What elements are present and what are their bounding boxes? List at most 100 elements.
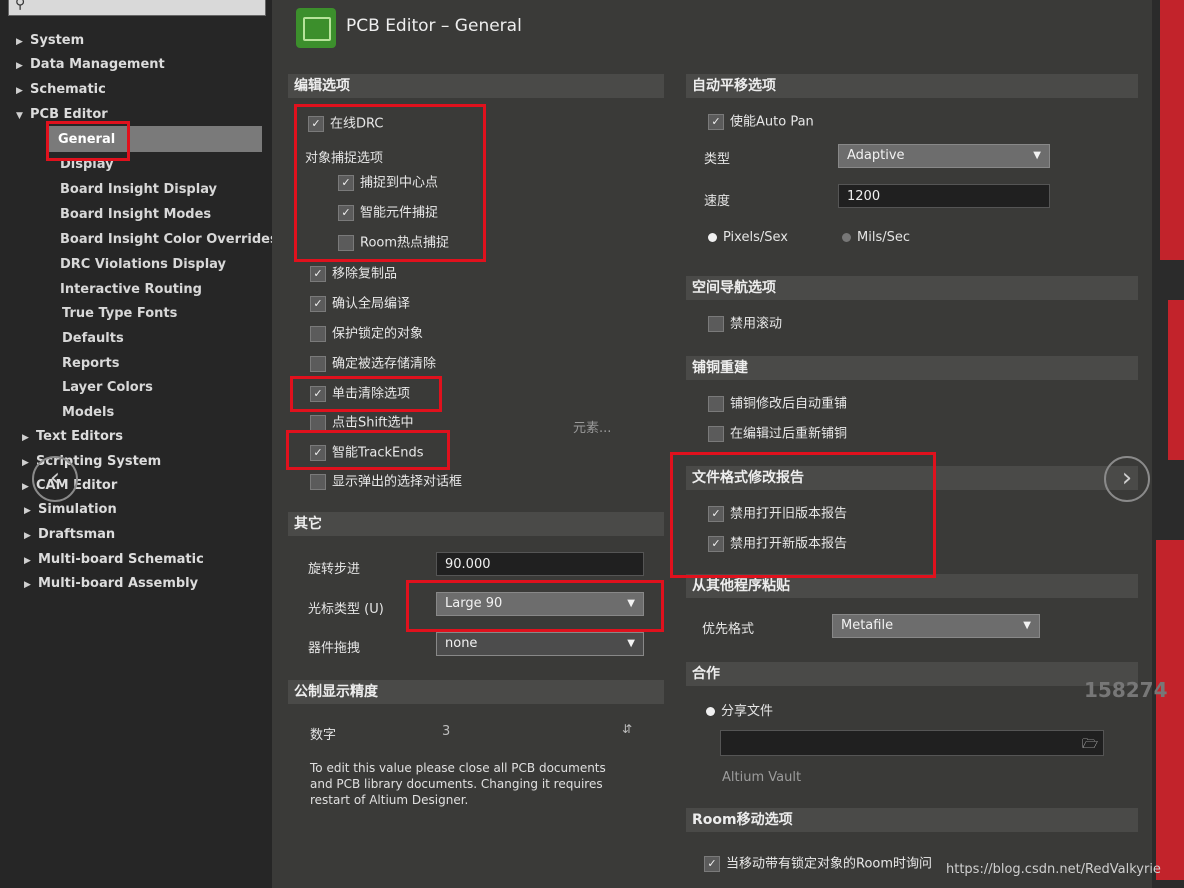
collapse-arrow-icon[interactable]: ▼ bbox=[16, 111, 30, 121]
tree-item-drc-violations-display[interactable]: DRC Violations Display bbox=[60, 257, 226, 272]
checkbox-label: 捕捉到中心点 bbox=[360, 175, 439, 191]
tree-item-general[interactable]: General bbox=[58, 132, 115, 147]
protect-locked-checkbox[interactable]: 保护锁定的对象 bbox=[310, 326, 423, 343]
tree-item-defaults[interactable]: Defaults bbox=[62, 331, 124, 346]
tree-item-label: Draftsman bbox=[38, 527, 116, 542]
disable-new-version-report-checkbox[interactable]: ✓ 禁用打开新版本报告 bbox=[708, 536, 847, 553]
tree-item-draftsman[interactable]: ▶ Draftsman bbox=[24, 527, 115, 542]
magnifier-icon: ⚲ bbox=[15, 0, 26, 12]
pan-speed-input[interactable]: 1200 bbox=[838, 184, 1050, 208]
checkbox-label: Room热点捕捉 bbox=[360, 235, 450, 251]
unit-pixels-radio[interactable]: Pixels/Sex bbox=[708, 230, 788, 245]
group-header-other: 其它 bbox=[288, 512, 664, 536]
unit-mils-radio[interactable]: Mils/Sec bbox=[842, 230, 910, 245]
snap-to-center-checkbox[interactable]: ✓ 捕捉到中心点 bbox=[338, 175, 438, 192]
tree-item-interactive-routing[interactable]: Interactive Routing bbox=[60, 282, 202, 297]
tree-item-text-editors[interactable]: ▶ Text Editors bbox=[22, 429, 123, 444]
tree-search-input[interactable]: ⚲ bbox=[8, 0, 266, 16]
tree-item-schematic[interactable]: ▶ Schematic bbox=[16, 82, 106, 97]
pcb-trace-decoration bbox=[1160, 0, 1184, 260]
preferred-format-select[interactable]: Metafile ▼ bbox=[832, 614, 1040, 638]
checkbox-label: 铺铜修改后自动重铺 bbox=[730, 396, 848, 412]
expand-arrow-icon[interactable]: ▶ bbox=[22, 458, 36, 468]
pan-type-label: 类型 bbox=[704, 152, 731, 167]
repour-after-edit-checkbox[interactable]: 在编辑过后重新铺铜 bbox=[708, 426, 847, 443]
share-files-radio[interactable]: 分享文件 bbox=[706, 700, 773, 719]
tree-item-display[interactable]: Display bbox=[60, 157, 114, 172]
disable-roll-checkbox[interactable]: 禁用滚动 bbox=[708, 316, 782, 333]
tree-item-board-insight-display[interactable]: Board Insight Display bbox=[60, 182, 217, 197]
checkmark-icon: ✓ bbox=[708, 114, 724, 130]
tree-item-system[interactable]: ▶ System bbox=[16, 33, 84, 48]
tree-item-label: Multi-board Schematic bbox=[38, 552, 204, 567]
checkbox-label: 单击清除选项 bbox=[332, 386, 411, 402]
next-page-icon[interactable]: › bbox=[1104, 456, 1150, 502]
cursor-type-select[interactable]: Large 90 ▼ bbox=[436, 592, 644, 616]
disable-old-version-report-checkbox[interactable]: ✓ 禁用打开旧版本报告 bbox=[708, 506, 847, 523]
tree-item-label: Simulation bbox=[38, 502, 117, 517]
component-drag-label: 器件拖拽 bbox=[308, 641, 361, 656]
confirm-selection-clear-checkbox[interactable]: 确定被选存储清除 bbox=[310, 356, 436, 373]
tree-item-pcb-editor[interactable]: ▼ PCB Editor bbox=[16, 107, 108, 122]
checkmark-icon: ✓ bbox=[338, 175, 354, 191]
rotation-step-label: 旋转步进 bbox=[308, 562, 361, 577]
checkbox-label: 使能Auto Pan bbox=[730, 114, 814, 130]
preferred-format-label: 优先格式 bbox=[702, 622, 755, 637]
dropdown-caret-icon: ▼ bbox=[1033, 150, 1041, 161]
tree-item-multi-board-assembly[interactable]: ▶ Multi-board Assembly bbox=[24, 576, 198, 591]
confirm-global-edit-checkbox[interactable]: ✓ 确认全局编译 bbox=[310, 296, 410, 313]
tree-item-label: Schematic bbox=[30, 82, 106, 97]
pcb-trace-decoration bbox=[1168, 300, 1184, 460]
checkbox-label: 当移动带有锁定对象的Room时询问 bbox=[726, 856, 933, 872]
remove-duplicates-checkbox[interactable]: ✓ 移除复制品 bbox=[310, 266, 397, 283]
radio-label: Pixels/Sex bbox=[723, 230, 788, 245]
show-popup-selection-checkbox[interactable]: 显示弹出的选择对话框 bbox=[310, 474, 462, 491]
rotation-step-input[interactable]: 90.000 bbox=[436, 552, 644, 576]
tree-item-board-insight-modes[interactable]: Board Insight Modes bbox=[60, 207, 211, 222]
pcb-trace-decoration bbox=[1156, 540, 1184, 880]
tree-item-data-management[interactable]: ▶ Data Management bbox=[16, 57, 165, 72]
smart-component-snap-checkbox[interactable]: ✓ 智能元件捕捉 bbox=[338, 205, 438, 222]
tree-item-models[interactable]: Models bbox=[62, 405, 114, 420]
expand-arrow-icon[interactable]: ▶ bbox=[16, 37, 30, 47]
group-header-paste-from-other: 从其他程序粘贴 bbox=[686, 574, 1138, 598]
click-clears-selection-checkbox[interactable]: ✓ 单击清除选项 bbox=[310, 386, 410, 403]
folder-open-icon[interactable]: 🗁 bbox=[1082, 735, 1098, 757]
pan-type-select[interactable]: Adaptive ▼ bbox=[838, 144, 1050, 168]
tree-item-board-insight-color-overrides[interactable]: Board Insight Color Overrides bbox=[60, 232, 278, 247]
radio-selected-icon bbox=[706, 707, 715, 716]
smart-trackends-checkbox[interactable]: ✓ 智能TrackEnds bbox=[310, 445, 424, 462]
watermark-text: https://blog.csdn.net/RedValkyrie bbox=[946, 862, 1161, 877]
tree-item-layer-colors[interactable]: Layer Colors bbox=[62, 380, 153, 395]
tree-item-true-type-fonts[interactable]: True Type Fonts bbox=[62, 306, 177, 321]
expand-arrow-icon[interactable]: ▶ bbox=[24, 580, 38, 590]
expand-arrow-icon[interactable]: ▶ bbox=[22, 433, 36, 443]
group-header-edit-options: 编辑选项 bbox=[288, 74, 664, 98]
expand-arrow-icon[interactable]: ▶ bbox=[16, 61, 30, 71]
online-drc-checkbox[interactable]: ✓ 在线DRC bbox=[308, 116, 383, 133]
checkbox-empty-icon bbox=[310, 474, 326, 490]
tree-item-simulation[interactable]: ▶ Simulation bbox=[24, 502, 117, 517]
tree-item-label: PCB Editor bbox=[30, 107, 108, 122]
checkmark-icon: ✓ bbox=[708, 536, 724, 552]
expand-arrow-icon[interactable]: ▶ bbox=[24, 556, 38, 566]
checkmark-icon: ✓ bbox=[708, 506, 724, 522]
tree-item-reports[interactable]: Reports bbox=[62, 356, 119, 371]
metric-precision-note: To edit this value please close all PCB … bbox=[310, 761, 606, 807]
component-drag-select[interactable]: none ▼ bbox=[436, 632, 644, 656]
share-path-input[interactable] bbox=[720, 730, 1104, 756]
enable-auto-pan-checkbox[interactable]: ✓ 使能Auto Pan bbox=[708, 114, 814, 131]
radio-unselected-icon bbox=[842, 233, 851, 242]
tree-item-multi-board-schematic[interactable]: ▶ Multi-board Schematic bbox=[24, 552, 204, 567]
expand-arrow-icon[interactable]: ▶ bbox=[24, 531, 38, 541]
expand-arrow-icon[interactable]: ▶ bbox=[16, 86, 30, 96]
previous-page-icon[interactable]: ‹ bbox=[32, 456, 78, 502]
shift-click-select-checkbox[interactable]: 点击Shift选中 bbox=[310, 415, 414, 432]
elements-button[interactable]: 元素... bbox=[573, 417, 611, 436]
ask-on-locked-room-move-checkbox[interactable]: ✓ 当移动带有锁定对象的Room时询问 bbox=[704, 856, 932, 873]
spinner-arrows-icon[interactable]: ⇵ bbox=[622, 722, 632, 736]
auto-repour-checkbox[interactable]: 铺铜修改后自动重铺 bbox=[708, 396, 847, 413]
room-hotspot-snap-checkbox[interactable]: Room热点捕捉 bbox=[338, 235, 449, 252]
checkbox-label: 保护锁定的对象 bbox=[332, 326, 424, 342]
expand-arrow-icon[interactable]: ▶ bbox=[24, 506, 38, 516]
